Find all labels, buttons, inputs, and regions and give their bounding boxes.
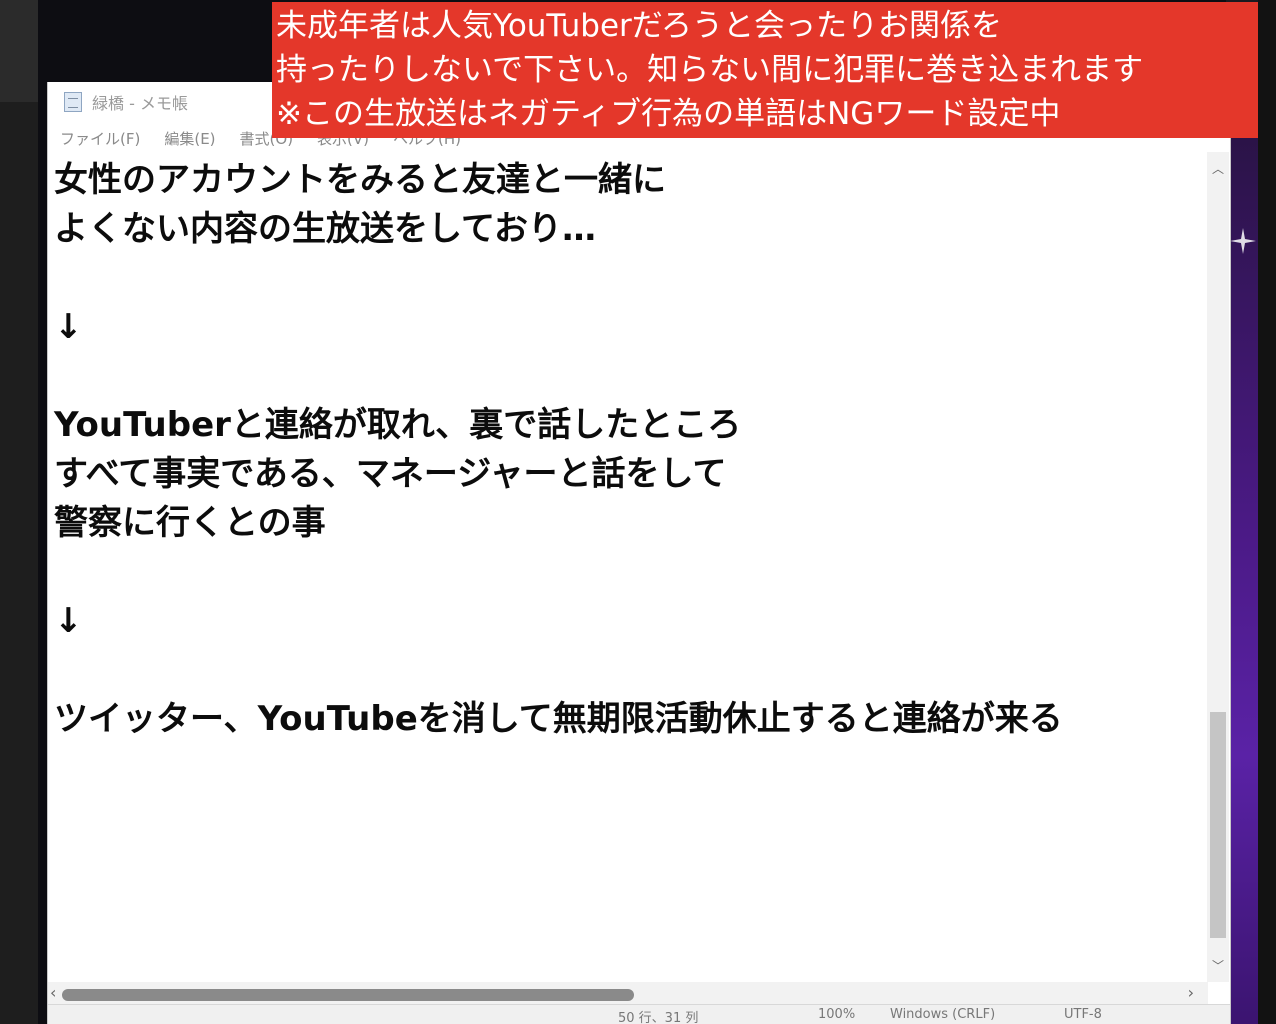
desktop-right-edge	[1258, 0, 1276, 1024]
chevron-right-icon[interactable]: ›	[1188, 983, 1194, 1002]
desktop-left-strip	[0, 0, 38, 1024]
document-line-7: すべて事実である、マネージャーと話をして	[54, 454, 727, 494]
document-line-2: よくない内容の生放送をしており…	[54, 209, 596, 249]
document-line-4-arrow: ↓	[54, 307, 83, 347]
horizontal-scroll-thumb[interactable]	[62, 989, 634, 1001]
screen: 緑橋 - メモ帳 ファイル(F) 編集(E) 書式(O) 表示(V) ヘルプ(H…	[0, 0, 1276, 1024]
sparkle-icon	[1230, 228, 1256, 254]
horizontal-scrollbar[interactable]: ‹ ›	[48, 982, 1208, 1004]
vertical-scrollbar[interactable]: ︿ ﹀	[1207, 152, 1229, 982]
menu-file[interactable]: ファイル(F)	[60, 128, 140, 149]
document-line-10-arrow: ↓	[54, 601, 83, 641]
document-line-8: 警察に行くとの事	[54, 503, 326, 543]
banner-line-1: 未成年者は人気YouTuberだろうと会ったりお関係を	[276, 8, 1002, 44]
warning-banner: 未成年者は人気YouTuberだろうと会ったりお関係を 持ったりしないで下さい。…	[272, 2, 1258, 138]
menu-edit[interactable]: 編集(E)	[164, 128, 215, 149]
chevron-left-icon[interactable]: ‹	[50, 983, 56, 1002]
window-title: 緑橋 - メモ帳	[92, 94, 188, 113]
notepad-icon	[64, 92, 82, 112]
status-zoom: 100%	[818, 1007, 856, 1022]
status-encoding: UTF-8	[1064, 1007, 1102, 1022]
text-editor-area[interactable]: 女性のアカウントをみると友達と一緒に よくない内容の生放送をしており… ↓ Yo…	[48, 152, 1208, 982]
banner-line-3: ※この生放送はネガティブ行為の単語はNGワード設定中	[276, 96, 1061, 132]
notepad-window: 緑橋 - メモ帳 ファイル(F) 編集(E) 書式(O) 表示(V) ヘルプ(H…	[47, 82, 1231, 1024]
status-bar: 50 行、31 列 100% Windows (CRLF) UTF-8	[48, 1004, 1230, 1024]
document-line-6: YouTuberと連絡が取れ、裏で話したところ	[54, 405, 742, 445]
document-line-12: ツイッター、YouTubeを消して無期限活動休止すると連絡が来る	[54, 699, 1063, 739]
chevron-down-icon[interactable]: ﹀	[1212, 957, 1224, 974]
document-line-1: 女性のアカウントをみると友達と一緒に	[54, 160, 666, 200]
status-line-ending: Windows (CRLF)	[890, 1007, 996, 1022]
status-cursor-position: 50 行、31 列	[618, 1011, 699, 1024]
vertical-scroll-thumb[interactable]	[1210, 712, 1226, 938]
banner-line-2: 持ったりしないで下さい。知らない間に犯罪に巻き込まれます	[276, 52, 1144, 88]
desktop-top-left-panel	[0, 0, 38, 102]
chevron-up-icon[interactable]: ︿	[1212, 160, 1224, 177]
